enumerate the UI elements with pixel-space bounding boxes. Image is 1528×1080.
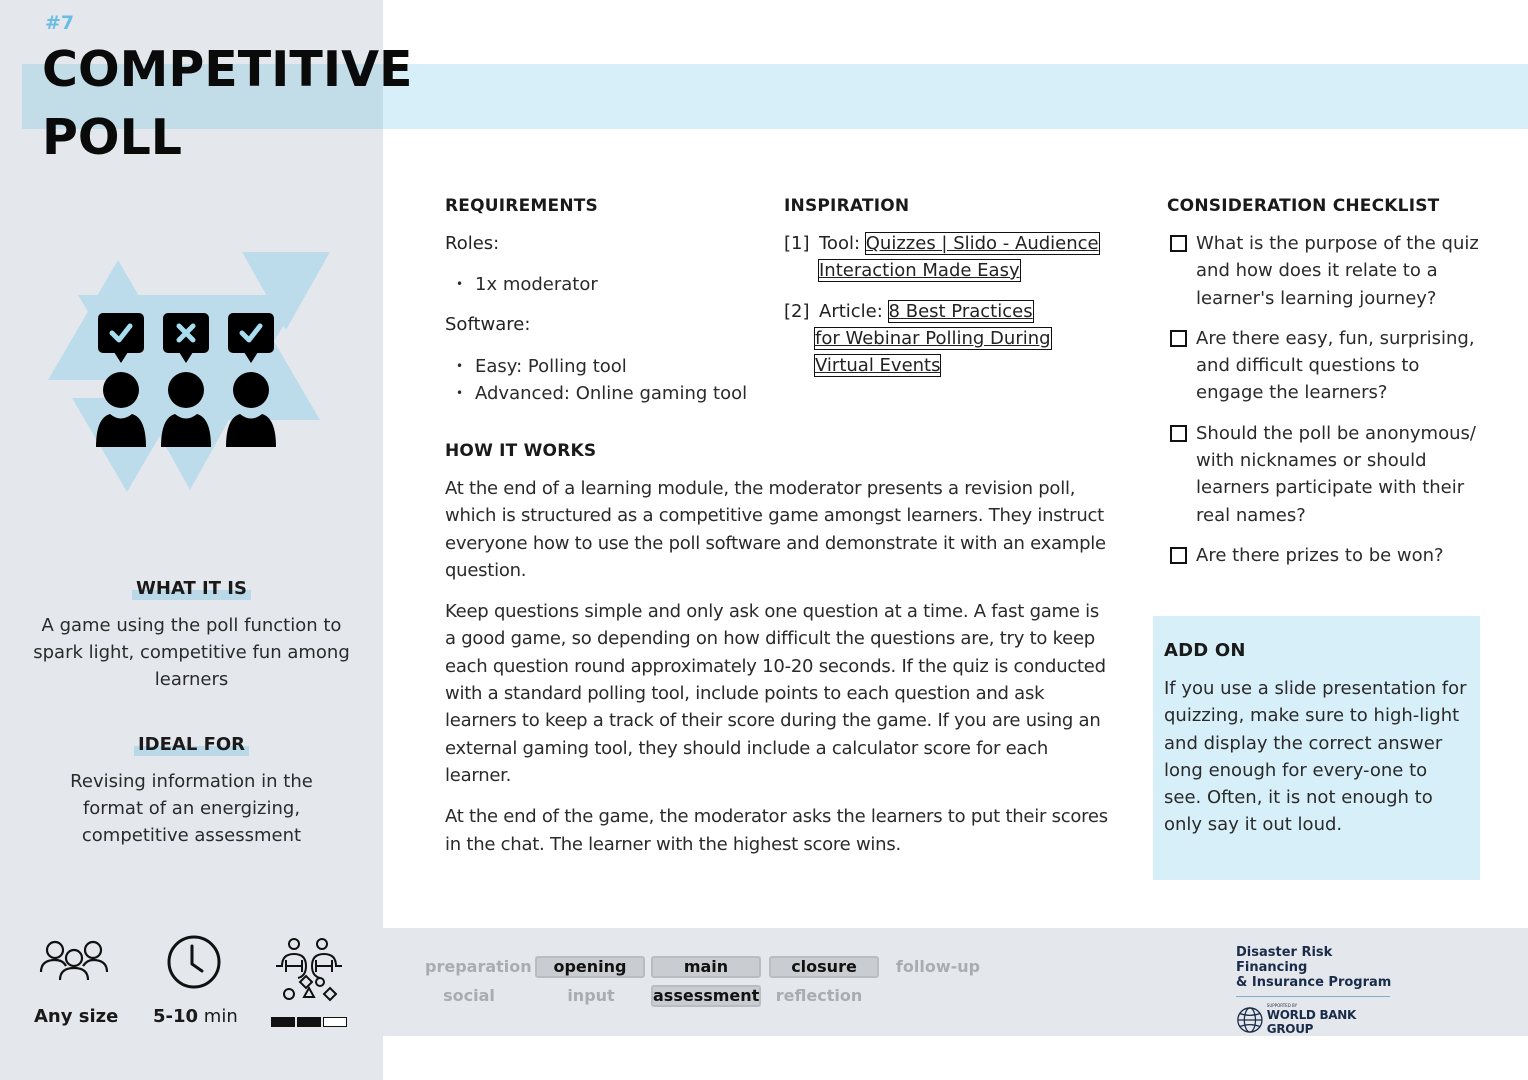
collaboration-icon (276, 938, 342, 1002)
checkbox[interactable] (1170, 546, 1187, 564)
checklist-item: What is the purpose of the quiz and how … (1167, 230, 1487, 312)
what-it-is-text: A game using the poll function to spark … (33, 615, 350, 690)
title-line-1: COMPETITIVE (42, 41, 413, 98)
roles-label: Roles: (445, 233, 500, 254)
checklist-item-text: Are there easy, fun, surprising, and dif… (1196, 327, 1475, 404)
webinar-polling-article-link[interactable]: 8 Best Practices (887, 300, 1034, 323)
role-item: 1x moderator (445, 271, 765, 298)
inspiration-heading: INSPIRATION (784, 196, 910, 216)
globe-icon (1237, 1006, 1263, 1033)
group-size-label: Any size (34, 1006, 119, 1027)
add-on-heading: ADD ON (1164, 640, 1246, 661)
logo-divider (1236, 996, 1390, 997)
activity-stats: Any size 5-10 min (0, 930, 383, 1040)
software-item: Easy: Polling tool (445, 353, 765, 380)
checklist-item: Are there prizes to be won? (1167, 542, 1487, 569)
logo-program-line2: & Insurance Program (1236, 975, 1392, 990)
inspiration-section: INSPIRATION [1] Tool: Quizzes | Slido - … (784, 196, 1124, 379)
tag-assessment: assessment (651, 985, 761, 1007)
how-it-works-paragraph: At the end of the game, the moderator as… (445, 806, 1108, 855)
what-it-is-section: WHAT IT IS A game using the poll functio… (0, 578, 383, 693)
checklist-heading: CONSIDERATION CHECKLIST (1167, 196, 1440, 216)
how-it-works-paragraph: At the end of a learning module, the mod… (445, 478, 1106, 581)
software-item: Advanced: Online gaming tool (445, 380, 765, 407)
group-icon (39, 940, 109, 981)
inspiration-type: Article: (819, 301, 883, 322)
webinar-polling-article-link-cont[interactable]: Virtual Events (813, 354, 942, 377)
tag-opening: opening (535, 956, 645, 978)
complexity-segment (271, 1017, 295, 1027)
software-label: Software: (445, 314, 531, 335)
world-bank-group-logo: SUPPORTED BY WORLD BANK GROUP (1236, 1003, 1396, 1036)
requirements-heading: REQUIREMENTS (445, 196, 598, 216)
checklist-item: Are there easy, fun, surprising, and dif… (1167, 325, 1487, 407)
webinar-polling-article-link-cont[interactable]: for Webinar Polling During (814, 327, 1052, 350)
consideration-checklist: CONSIDERATION CHECKLIST What is the purp… (1167, 196, 1487, 569)
slido-link-cont[interactable]: Interaction Made Easy (818, 259, 1021, 282)
tag-input: input (567, 986, 615, 1005)
what-it-is-heading: WHAT IT IS (132, 578, 251, 600)
slido-link[interactable]: Quizzes | Slido - Audience (864, 232, 1100, 255)
inspiration-number: [1] (784, 233, 810, 254)
clock-icon (167, 935, 221, 989)
how-it-works-paragraph: Keep questions simple and only ask one q… (445, 601, 1106, 786)
inspiration-item: [1] Tool: Quizzes | Slido - Audience Int… (784, 230, 1124, 284)
tag-reflection: reflection (775, 986, 863, 1005)
checklist-item: Should the poll be anonymous/ with nickn… (1167, 420, 1487, 529)
checklist-item-text: What is the purpose of the quiz and how … (1196, 233, 1479, 309)
checkbox[interactable] (1170, 424, 1187, 442)
how-it-works-section: HOW IT WORKS At the end of a learning mo… (445, 441, 1115, 858)
checkbox[interactable] (1170, 235, 1187, 252)
roles-list: 1x moderator (445, 271, 765, 298)
how-it-works-heading: HOW IT WORKS (445, 441, 597, 461)
logo-program-line1: Disaster Risk Financing (1236, 945, 1333, 975)
card-number: #7 (45, 12, 75, 34)
add-on-box: ADD ON If you use a slide presentation f… (1153, 616, 1480, 880)
checklist-item-text: Are there prizes to be won? (1196, 544, 1444, 566)
duration-label: 5-10 min (153, 1006, 238, 1027)
tag-social: social (443, 986, 495, 1005)
ideal-for-text: Revising information in the format of an… (70, 771, 313, 846)
tag-closure: closure (769, 956, 879, 978)
title-line-2: POLL (42, 109, 183, 166)
page-title: COMPETITIVE POLL (42, 36, 412, 172)
requirements-section: REQUIREMENTS Roles: 1x moderator Softwar… (445, 196, 765, 407)
complexity-meter (271, 1017, 347, 1027)
inspiration-number: [2] (784, 301, 810, 322)
tag-preparation: preparation (425, 957, 532, 976)
tag-follow-up: follow-up (895, 957, 981, 976)
logo-org-name: WORLD BANK GROUP (1266, 1008, 1357, 1036)
checklist-item-text: Should the poll be anonymous/ with nickn… (1196, 422, 1476, 526)
ideal-for-section: IDEAL FOR Revising information in the fo… (0, 734, 383, 849)
tag-main: main (651, 956, 761, 978)
complexity-segment (297, 1017, 321, 1027)
inspiration-type: Tool: (819, 233, 861, 254)
people-with-answer-bubbles-icon (40, 240, 340, 500)
checkbox[interactable] (1170, 329, 1187, 347)
complexity-segment (323, 1017, 347, 1027)
inspiration-item: [2] Article: 8 Best Practices for Webina… (784, 298, 1124, 379)
add-on-text: If you use a slide presentation for quiz… (1164, 678, 1467, 836)
drfip-world-bank-logo: Disaster Risk Financing & Insurance Prog… (1236, 945, 1396, 1036)
ideal-for-heading: IDEAL FOR (133, 734, 250, 756)
software-list: Easy: Polling tool Advanced: Online gami… (445, 353, 765, 407)
